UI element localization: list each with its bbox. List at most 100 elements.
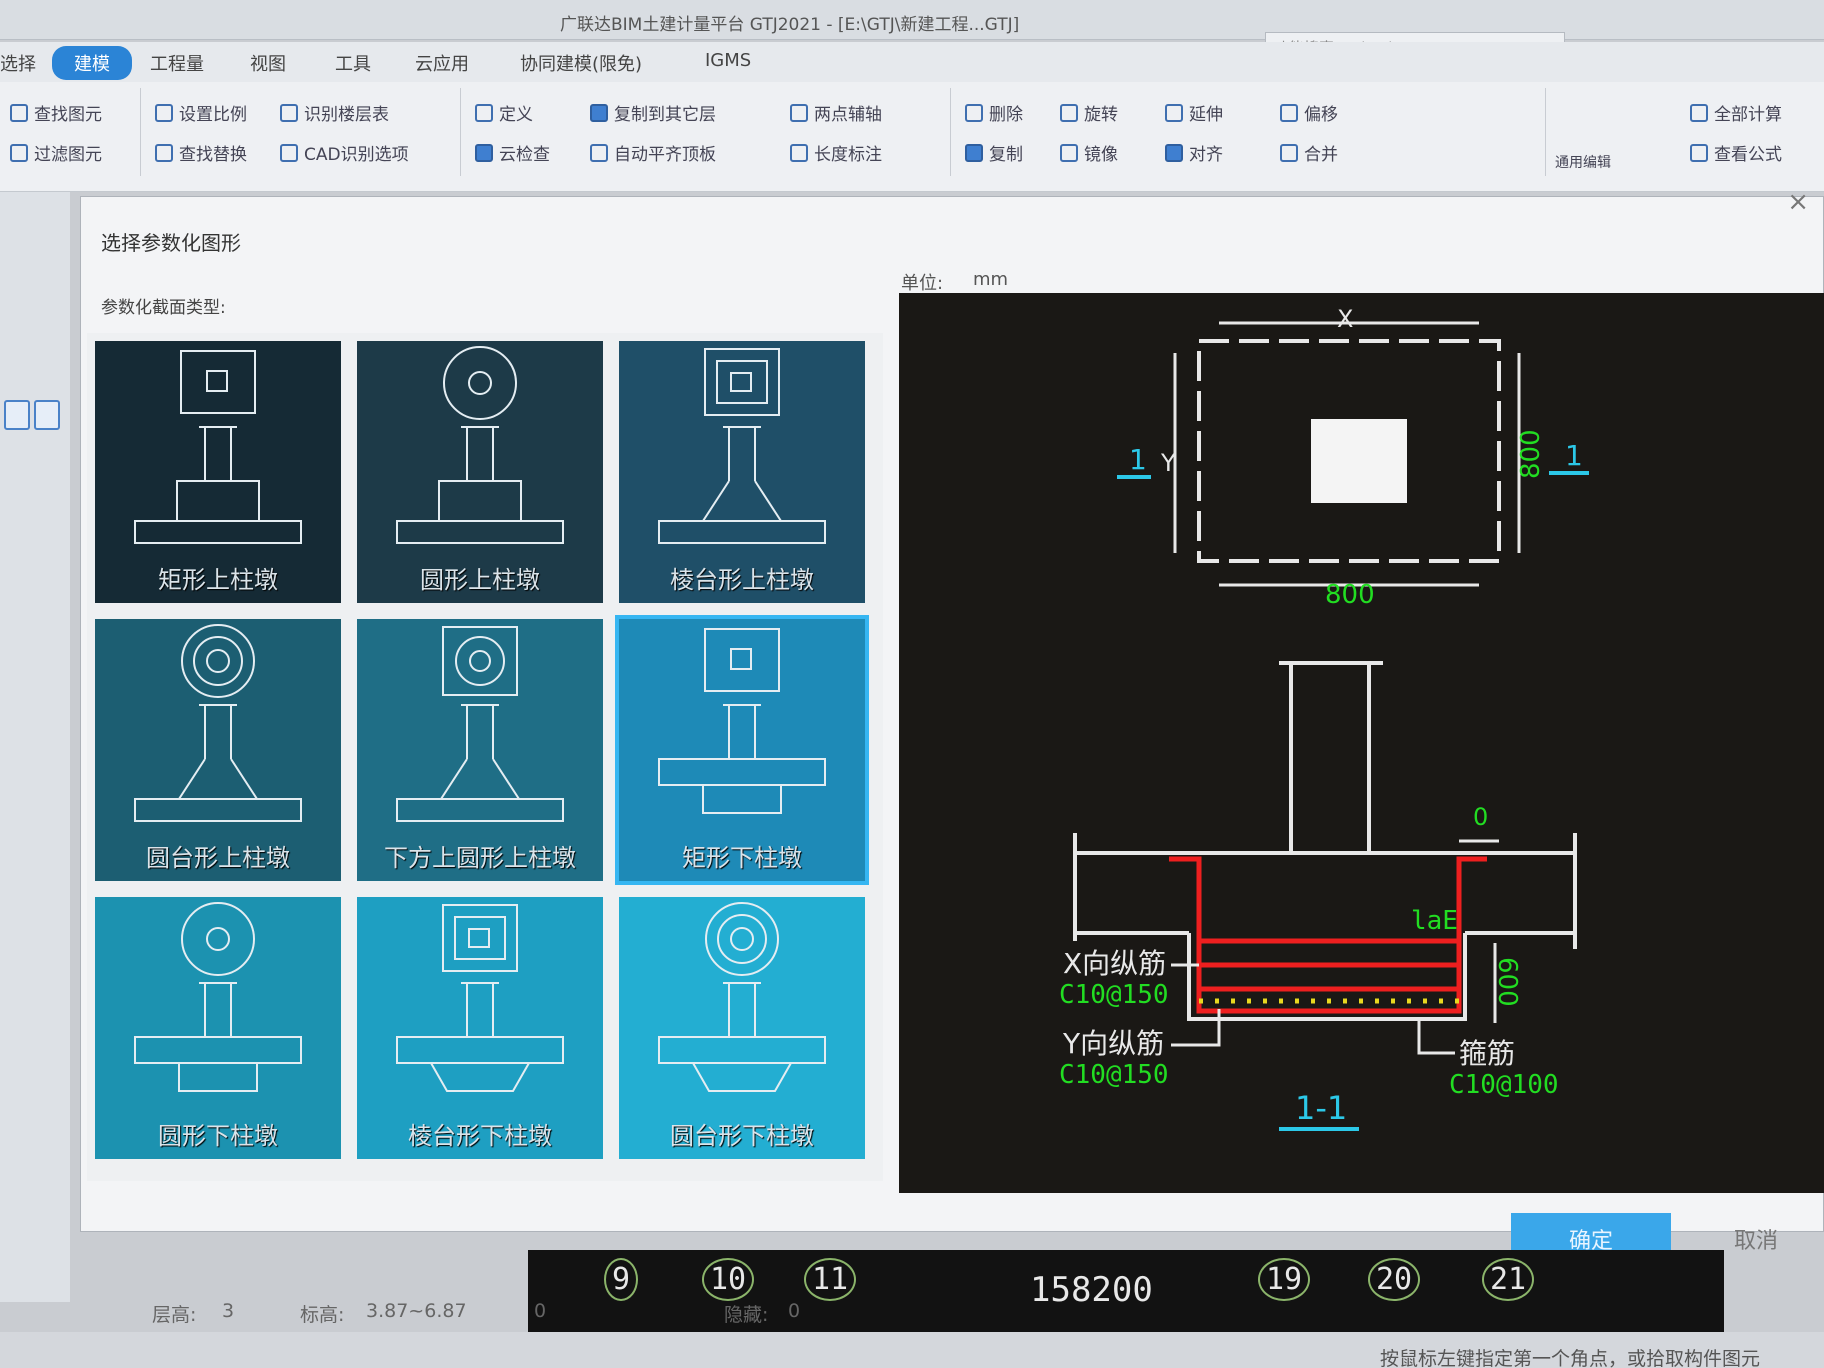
tab-quantity[interactable]: 工程量	[150, 50, 204, 76]
set-ratio-button[interactable]: 设置比例	[155, 100, 247, 125]
unit-value: mm	[973, 269, 1009, 290]
axis-dimension: 158200	[1030, 1270, 1153, 1310]
auto-level-slab-button[interactable]: 自动平齐顶板	[590, 140, 716, 165]
anchor-label: laE	[1411, 906, 1458, 936]
panel-toggle-button[interactable]	[4, 400, 30, 430]
offset-button[interactable]: 偏移	[1280, 100, 1338, 125]
circle-plan-icon	[181, 902, 255, 976]
find-element-button[interactable]: 查找图元	[10, 100, 102, 125]
formula-icon	[1690, 143, 1708, 162]
dialog-title: 选择参数化图形	[101, 231, 241, 255]
panel-list-button[interactable]	[34, 400, 60, 430]
copy-to-floors-button[interactable]: 复制到其它层	[590, 100, 716, 125]
lower-rect-section-icon	[134, 982, 302, 1092]
hidden-label: 隐藏:	[724, 1304, 769, 1326]
plan-width-label: 800	[1325, 580, 1375, 610]
axis-number: 20	[1368, 1258, 1421, 1301]
cad-icon	[280, 143, 298, 162]
define-button[interactable]: 定义	[475, 100, 533, 125]
left-panel	[0, 192, 70, 1302]
shape-option-label: 矩形下柱墩	[682, 844, 802, 872]
cad-options-button[interactable]: CAD识别选项	[280, 140, 409, 165]
find-icon	[10, 103, 28, 122]
total-calc-button[interactable]: 全部计算	[1690, 100, 1782, 125]
shape-option-3[interactable]: 棱台形上柱墩	[619, 341, 865, 603]
x-rebar-label: X向纵筋	[1063, 947, 1166, 980]
ribbon-divider	[950, 88, 951, 176]
tab-view[interactable]: 视图	[250, 50, 286, 76]
shape-option-label: 矩形上柱墩	[158, 566, 278, 594]
lower-trap-section-icon	[658, 982, 826, 1092]
rotate-button[interactable]: 旋转	[1060, 100, 1118, 125]
section-mark-left: 1	[1129, 443, 1147, 476]
slab-icon	[590, 143, 608, 162]
axis-number: 19	[1258, 1258, 1311, 1301]
mirror-icon	[1060, 143, 1078, 162]
ribbon-divider	[140, 88, 141, 176]
lower-rect-section-icon	[658, 704, 826, 814]
upper-rect-section-icon	[396, 426, 564, 544]
lower-trap-section-icon	[396, 982, 564, 1092]
shape-option-label: 圆形下柱墩	[158, 1122, 278, 1150]
delete-button[interactable]: 删除	[965, 100, 1023, 125]
align-button[interactable]: 对齐	[1165, 140, 1223, 165]
copy-floors-icon	[590, 103, 608, 122]
find-replace-button[interactable]: 查找替换	[155, 140, 247, 165]
shape-option-4[interactable]: 圆台形上柱墩	[95, 619, 341, 881]
align-icon	[1165, 143, 1183, 162]
ribbon-divider	[1545, 88, 1546, 176]
shape-option-8[interactable]: 棱台形下柱墩	[357, 897, 603, 1159]
merge-icon	[1280, 143, 1298, 162]
tab-tools[interactable]: 工具	[335, 50, 371, 76]
plan-view	[1173, 321, 1521, 587]
ribbon-divider	[460, 88, 461, 176]
upper-rect-section-icon	[134, 426, 302, 544]
axis-number: 9	[604, 1258, 639, 1301]
frustum-square-plan-icon	[704, 348, 780, 416]
view-formula-button[interactable]: 查看公式	[1690, 140, 1782, 165]
zero-value: 0	[534, 1300, 547, 1322]
extend-button[interactable]: 延伸	[1165, 100, 1223, 125]
plan-depth-label: 800	[1516, 429, 1546, 479]
close-icon[interactable]: ×	[1787, 187, 1809, 217]
identify-floor-table-button[interactable]: 识别楼层表	[280, 100, 389, 125]
shape-option-6[interactable]: 矩形下柱墩	[615, 615, 869, 885]
upper-trap-section-icon	[396, 704, 564, 822]
plan-y-label: Y	[1160, 449, 1176, 477]
filter-icon	[10, 143, 28, 162]
shape-option-7[interactable]: 圆形下柱墩	[95, 897, 341, 1159]
shape-option-1[interactable]: 矩形上柱墩	[95, 341, 341, 603]
floor-height-label: 层高:	[152, 1304, 197, 1326]
shape-option-label: 棱台形上柱墩	[670, 566, 814, 594]
tab-igms[interactable]: IGMS	[705, 50, 751, 71]
ribbon-panel	[0, 82, 1824, 192]
frustum-square-plan-icon	[442, 904, 518, 972]
elevation-label: 标高:	[300, 1304, 345, 1326]
shape-option-9[interactable]: 圆台形下柱墩	[619, 897, 865, 1159]
section-type-label: 参数化截面类型:	[101, 298, 226, 318]
shape-option-2[interactable]: 圆形上柱墩	[357, 341, 603, 603]
mirror-button[interactable]: 镜像	[1060, 140, 1118, 165]
copy-button[interactable]: 复制	[965, 140, 1023, 165]
cloud-check-button[interactable]: 云检查	[475, 140, 550, 165]
circle-plan-icon	[443, 346, 517, 420]
upper-trap-section-icon	[658, 426, 826, 544]
offset-icon	[1280, 103, 1298, 122]
general-edit-group-label: 通用编辑	[1555, 155, 1611, 171]
plan-column	[1311, 419, 1407, 503]
square-plan-icon	[180, 350, 256, 414]
tab-collab[interactable]: 协同建模(限免)	[520, 50, 642, 76]
tab-select[interactable]: 选择	[0, 50, 36, 76]
ratio-icon	[155, 103, 173, 122]
tab-cloud[interactable]: 云应用	[415, 50, 469, 76]
stirrup-value: C10@100	[1449, 1070, 1559, 1100]
two-point-axis-button[interactable]: 两点辅轴	[790, 100, 882, 125]
upper-trap-section-icon	[134, 704, 302, 822]
shape-option-label: 圆台形下柱墩	[670, 1122, 814, 1150]
tab-modeling[interactable]: 建模	[52, 46, 132, 80]
filter-element-button[interactable]: 过滤图元	[10, 140, 102, 165]
length-dim-button[interactable]: 长度标注	[790, 140, 882, 165]
double-circle-plan-icon	[181, 624, 255, 698]
shape-option-5[interactable]: 下方上圆形上柱墩	[357, 619, 603, 881]
merge-button[interactable]: 合并	[1280, 140, 1338, 165]
